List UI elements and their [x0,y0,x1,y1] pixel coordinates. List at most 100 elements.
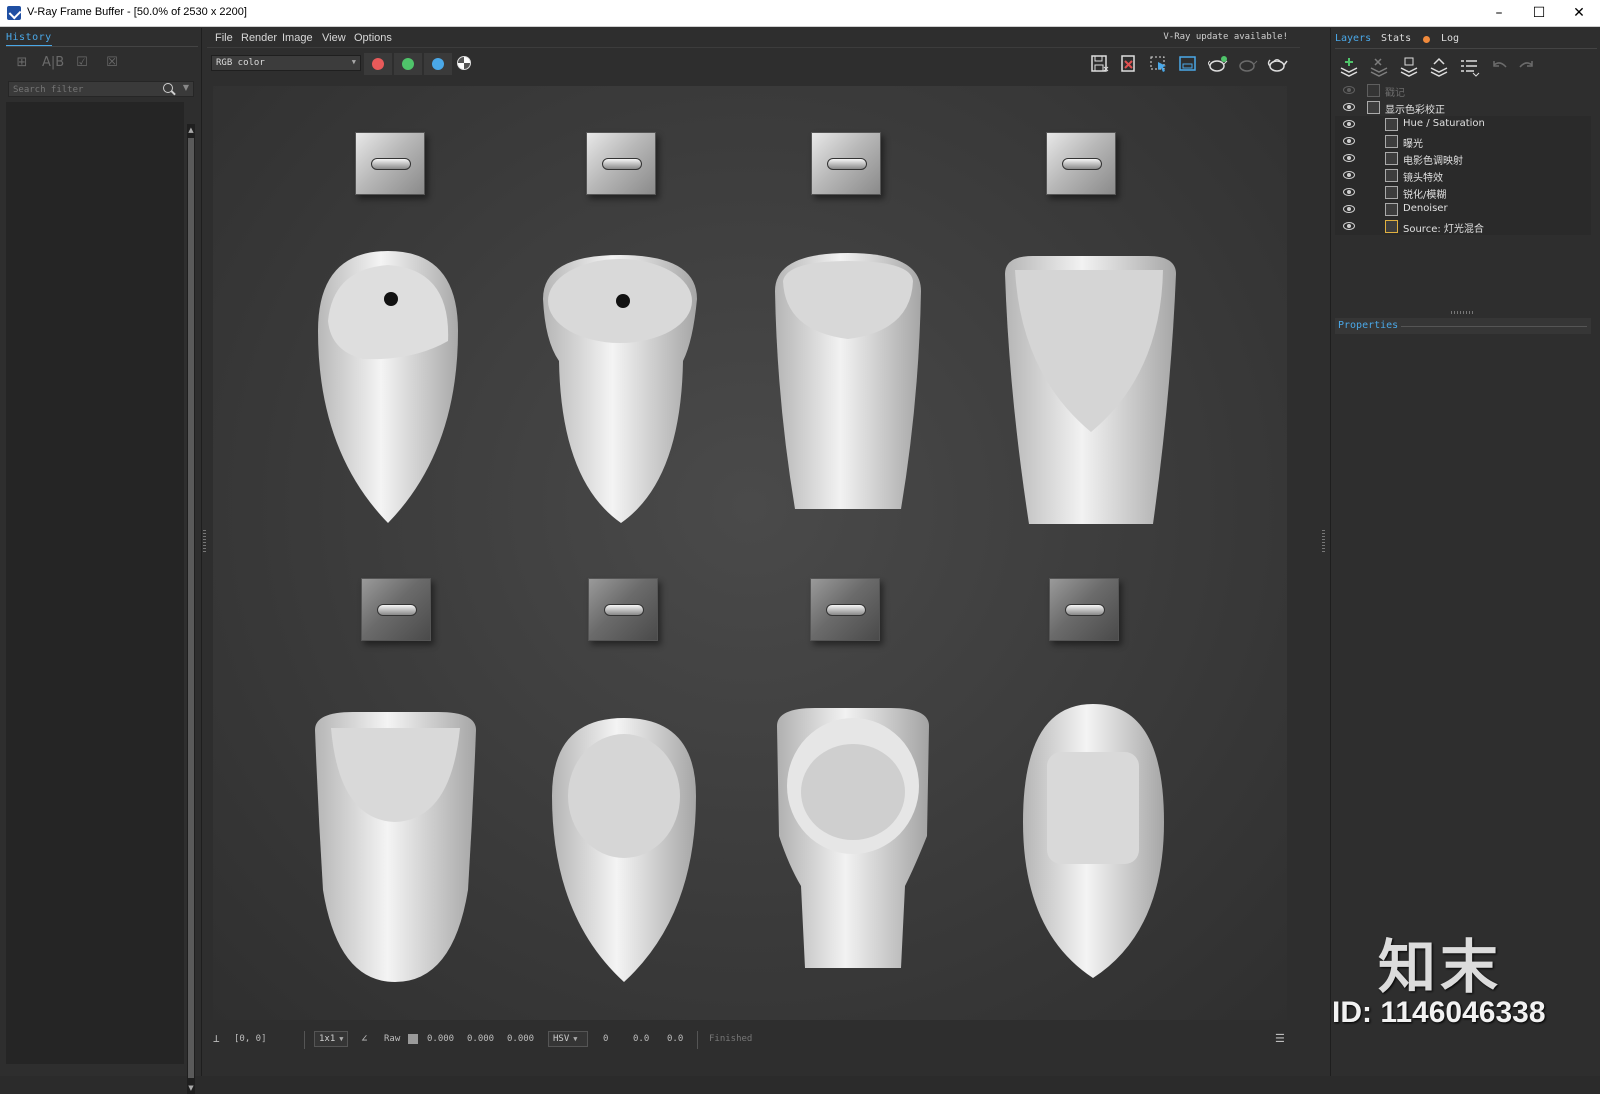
layer-row[interactable]: Source: 灯光混合 [1335,218,1591,235]
visibility-eye-icon[interactable] [1343,171,1355,179]
layers-tree: 戳记 显示色彩校正 Hue / Saturation 曝光 电影色调映射 镜头特… [1335,82,1591,252]
save-image-icon[interactable] [1089,54,1111,74]
urinal-model [313,710,478,985]
divider [697,1031,698,1049]
load-layers-icon[interactable] [1427,56,1451,78]
track-mouse-icon[interactable] [1177,54,1199,74]
visibility-eye-icon[interactable] [1343,188,1355,196]
value-b: 0.000 [507,1034,535,1044]
layer-row[interactable]: 电影色调映射 [1335,150,1591,167]
update-notice[interactable]: V-Ray update available! [1163,32,1288,42]
remove-history-icon[interactable]: ☒ [102,55,122,73]
flush-plate [1049,578,1119,641]
menu-file[interactable]: File [215,32,233,44]
red-channel-button[interactable] [364,53,392,75]
save-to-history-icon[interactable]: ⊞ [12,55,32,73]
source-lightmix-icon [1385,220,1398,233]
visibility-eye-icon[interactable] [1343,154,1355,162]
color-swatch [408,1034,418,1044]
layer-row[interactable]: Denoiser [1335,201,1591,218]
clear-image-icon[interactable] [1118,54,1140,74]
panel-splitter[interactable] [1451,311,1475,314]
vray-app-icon [7,6,21,20]
zoom-value: 1x1 [319,1034,336,1044]
curve-icon[interactable]: ∠ [361,1032,368,1045]
visibility-eye-icon[interactable] [1343,137,1355,145]
region-render-icon[interactable] [1148,54,1170,74]
close-button[interactable]: ✕ [1556,0,1600,27]
left-splitter[interactable] [203,530,206,552]
undo-icon[interactable] [1487,56,1511,78]
urinal-model [313,251,463,526]
ab-compare-icon[interactable]: A|B [42,55,64,73]
render-icon[interactable] [1207,54,1229,74]
blue-channel-button[interactable] [424,53,452,75]
right-splitter[interactable] [1322,530,1325,552]
tab-layers[interactable]: Layers [1335,33,1371,44]
search-input[interactable] [9,83,159,97]
scroll-up-icon[interactable]: ▲ [187,126,195,134]
add-layer-icon[interactable] [1337,56,1361,78]
search-dropdown-icon[interactable]: ▼ [183,83,189,92]
menu-options[interactable]: Options [354,32,392,44]
history-list[interactable] [6,102,184,1064]
mono-view-icon[interactable] [457,56,471,70]
log-toggle-icon[interactable]: ☰ [1275,1032,1285,1045]
urinal-model [773,251,923,511]
value-h: 0 [603,1034,609,1044]
green-channel-button[interactable] [394,53,422,75]
flush-button [604,604,644,616]
display-correction-icon [1367,101,1380,114]
visibility-eye-icon[interactable] [1343,103,1355,111]
redo-icon[interactable] [1515,56,1539,78]
urinal-model [1021,702,1166,982]
render-interactive-icon[interactable] [1237,54,1259,74]
chevron-down-icon: ▼ [573,1035,578,1043]
menu-image[interactable]: Image [282,32,313,44]
delete-layer-icon[interactable] [1367,56,1391,78]
layer-row[interactable]: 曝光 [1335,133,1591,150]
layer-row[interactable]: Hue / Saturation [1335,116,1591,133]
flush-button [1065,604,1105,616]
value-r: 0.000 [427,1034,455,1044]
tab-log[interactable]: Log [1441,33,1459,44]
flush-plate [588,578,658,641]
layer-row[interactable]: 显示色彩校正 [1335,99,1591,116]
properties-label: Properties [1338,320,1399,331]
layers-panel: Layers Stats Log 戳记 显示色彩校正 Hue / Saturat… [1330,28,1600,1076]
channel-select-value: RGB color [216,58,265,68]
tab-stats[interactable]: Stats [1381,33,1411,44]
channel-select[interactable]: RGB color ▼ [211,55,361,71]
zoom-select[interactable]: 1x1 ▼ [314,1031,348,1047]
render-viewport[interactable] [213,86,1287,1020]
save-layers-icon[interactable] [1397,56,1421,78]
layer-row[interactable]: 锐化/模糊 [1335,184,1591,201]
menu-view[interactable]: View [322,32,346,44]
flush-button [377,604,417,616]
flush-button [827,158,867,170]
image-toolbar: RGB color ▼ [207,50,1300,78]
tab-history[interactable]: History [6,32,52,46]
layer-row[interactable]: 镜头特效 [1335,167,1591,184]
visibility-eye-icon[interactable] [1343,86,1355,94]
color-mode-select[interactable]: HSV ▼ [548,1031,588,1047]
flush-plate [1046,132,1116,195]
lens-effects-icon [1385,169,1398,182]
load-history-icon[interactable]: ☑ [72,55,92,73]
scroll-down-icon[interactable]: ▼ [187,1084,195,1092]
pixel-info-icon[interactable]: ⊥ [213,1032,220,1045]
visibility-eye-icon[interactable] [1343,205,1355,213]
layer-presets-icon[interactable] [1457,56,1481,78]
visibility-eye-icon[interactable] [1343,120,1355,128]
flush-button [826,604,866,616]
layer-row[interactable]: 戳记 [1335,82,1591,99]
history-scrollbar[interactable]: ▲ ▼ [187,124,195,1094]
chevron-down-icon: ▼ [339,1035,344,1043]
chevron-down-icon: ▼ [351,58,356,66]
search-icon[interactable] [163,83,173,93]
layer-name: Denoiser [1403,203,1448,214]
menu-render[interactable]: Render [241,32,277,44]
scroll-thumb[interactable] [188,138,194,1078]
teapot-icon[interactable] [1266,54,1288,74]
visibility-eye-icon[interactable] [1343,222,1355,230]
